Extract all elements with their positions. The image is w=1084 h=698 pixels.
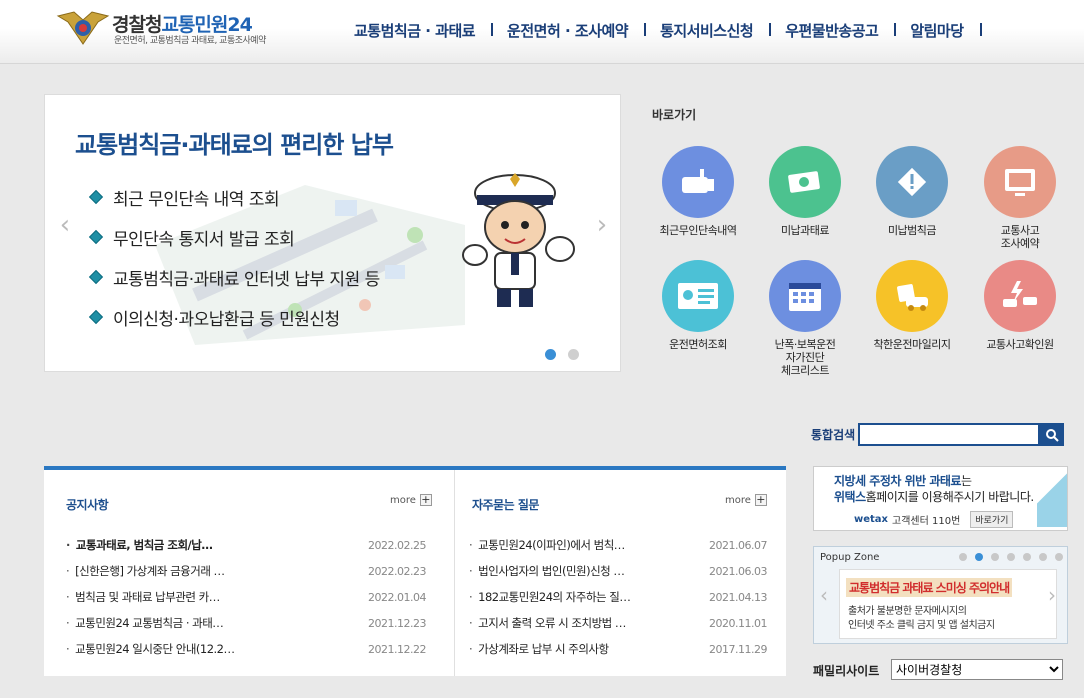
- search-icon: [1046, 428, 1059, 442]
- slider-dot[interactable]: [568, 349, 579, 360]
- boards-panel: 공지사항 more+ 교통과태료, 범칙금 조회/납…2022.02.25 [신…: [44, 466, 786, 676]
- popup-dot[interactable]: [1023, 553, 1031, 561]
- faq-more-button[interactable]: more +: [725, 494, 767, 506]
- faq-board: 자주묻는 질문 more+ 교통민원24(이파인)에서 범칙…2021.06.0…: [454, 470, 825, 676]
- plus-icon: +: [754, 493, 767, 506]
- popup-zone-title: Popup Zone: [820, 552, 880, 563]
- list-item[interactable]: 최근 무인단속 내역 조회: [88, 177, 380, 217]
- nav-item-fines[interactable]: 교통범칙금 · 과태료: [340, 20, 494, 41]
- main-slider: 교통범칙금·과태료의 편리한 납부 최근 무인단속 내역 조회 무인단속 통지서…: [44, 94, 621, 372]
- slider-prev-button[interactable]: ‹: [53, 212, 77, 238]
- warning-icon: [876, 146, 948, 218]
- plus-icon: +: [419, 493, 432, 506]
- main-nav: 교통범칙금 · 과태료 운전면허 · 조사예약 통지서비스신청 우편물반송공고 …: [340, 20, 982, 41]
- table-row[interactable]: 182교통민원24의 자주하는 질…2021.04.13: [469, 584, 767, 610]
- nav-item-return-mail[interactable]: 우편물반송공고: [771, 20, 897, 41]
- crash-icon: [984, 260, 1056, 332]
- diamond-bullet-icon: [88, 309, 104, 325]
- quick-license-check[interactable]: 운전면허조회: [644, 260, 752, 351]
- quick-road-rage-checklist[interactable]: 난폭·보복운전 자가진단 체크리스트: [751, 260, 859, 377]
- table-row[interactable]: 교통민원24(이파인)에서 범칙…2021.06.07: [469, 532, 767, 558]
- list-item[interactable]: 교통범칙금·과태료 인터넷 납부 지원 등: [88, 257, 380, 297]
- nav-item-notice[interactable]: 알림마당: [896, 20, 982, 41]
- popup-dot[interactable]: [1007, 553, 1015, 561]
- table-row[interactable]: 고지서 출력 오류 시 조치방법 …2020.11.01: [469, 610, 767, 636]
- search-input[interactable]: [858, 423, 1040, 446]
- notice-title: 공지사항: [66, 498, 109, 512]
- notice-list: 교통과태료, 범칙금 조회/납…2022.02.25 [신한은행] 가상계좌 금…: [66, 532, 426, 662]
- family-site-label: 패밀리사이트: [813, 664, 880, 678]
- diamond-bullet-icon: [88, 269, 104, 285]
- calendar-icon: [769, 260, 841, 332]
- quick-accident-certificate[interactable]: 교통사고확인원: [966, 260, 1074, 351]
- family-site-select[interactable]: 사이버경찰청: [891, 659, 1063, 680]
- table-row[interactable]: [신한은행] 가상계좌 금융거래 …2022.02.23: [66, 558, 426, 584]
- quick-recent-enforcement[interactable]: 최근무인단속내역: [644, 146, 752, 237]
- notice-board: 공지사항 more+ 교통과태료, 범칙금 조회/납…2022.02.25 [신…: [44, 470, 432, 676]
- faq-title: 자주묻는 질문: [472, 498, 539, 512]
- list-item[interactable]: 이의신청·과오납환급 등 민원신청: [88, 297, 380, 337]
- popup-dot[interactable]: [991, 553, 999, 561]
- smishing-banner[interactable]: 교통범칙금 과태료 스미싱 주의안내 출처가 불분명한 문자메시지의 인터넷 주…: [839, 569, 1057, 639]
- license-icon: [662, 260, 734, 332]
- table-row[interactable]: 범칙금 및 과태료 납부관련 카…2022.01.04: [66, 584, 426, 610]
- popup-dot[interactable]: [1039, 553, 1047, 561]
- notice-more-button[interactable]: more +: [390, 494, 432, 506]
- banner-decoration: [1037, 467, 1067, 527]
- popup-dot[interactable]: [959, 553, 967, 561]
- quick-unpaid-penalty[interactable]: 미납범칙금: [858, 146, 966, 237]
- quick-accident-booking[interactable]: 교통사고 조사예약: [966, 146, 1074, 250]
- monitor-icon: [984, 146, 1056, 218]
- diamond-bullet-icon: [88, 189, 104, 205]
- popup-prev-button[interactable]: ‹: [820, 585, 828, 605]
- faq-list: 교통민원24(이파인)에서 범칙…2021.06.07 법인사업자의 법인(민원…: [469, 532, 767, 662]
- wetax-banner[interactable]: 지방세 주정차 위반 과태료는 위택스홈페이지를 이용해주시기 바랍니다. we…: [813, 466, 1068, 531]
- popup-dot[interactable]: [1055, 553, 1063, 561]
- table-row[interactable]: 교통민원24 일시중단 안내(12.2…2021.12.22: [66, 636, 426, 662]
- police-mascot-icon: [462, 173, 575, 307]
- slider-next-button[interactable]: ›: [590, 212, 614, 238]
- quick-links-title: 바로가기: [652, 108, 697, 122]
- site-logo[interactable]: 경찰청교통민원24 운전면허, 교통범칙금 과태료, 교통조사예약: [54, 8, 294, 48]
- quick-unpaid-fine[interactable]: 미납과태료: [751, 146, 859, 237]
- mileage-icon: [876, 260, 948, 332]
- list-item[interactable]: 무인단속 통지서 발급 조회: [88, 217, 380, 257]
- header: 경찰청교통민원24 운전면허, 교통범칙금 과태료, 교통조사예약 교통범칙금 …: [0, 0, 1084, 64]
- slider-dot[interactable]: [545, 349, 556, 360]
- slider-list: 최근 무인단속 내역 조회 무인단속 통지서 발급 조회 교통범칙금·과태료 인…: [88, 177, 380, 337]
- popup-dot[interactable]: [975, 553, 983, 561]
- popup-zone: Popup Zone ‹ 교통범칙금 과태료 스미싱 주의안내 출처가 불분명한…: [813, 546, 1068, 644]
- wetax-logo: wetax: [854, 514, 888, 525]
- table-row[interactable]: 가상계좌로 납부 시 주의사항2017.11.29: [469, 636, 767, 662]
- popup-pagination: [959, 553, 1063, 561]
- police-emblem-icon: [56, 11, 110, 45]
- slider-headline: 교통범칙금·과태료의 편리한 납부: [75, 131, 394, 159]
- wetax-go-button[interactable]: 바로가기: [970, 511, 1014, 528]
- money-icon: [769, 146, 841, 218]
- slider-pagination: [545, 349, 579, 360]
- diamond-bullet-icon: [88, 229, 104, 245]
- popup-next-button[interactable]: ›: [1048, 585, 1056, 605]
- table-row[interactable]: 교통과태료, 범칙금 조회/납…2022.02.25: [66, 532, 427, 558]
- camera-icon: [662, 146, 734, 218]
- quick-good-driving-mileage[interactable]: 착한운전마일리지: [858, 260, 966, 351]
- search-button[interactable]: [1040, 423, 1064, 446]
- table-row[interactable]: 교통민원24 교통범칙금 · 과태…2021.12.23: [66, 610, 426, 636]
- table-row[interactable]: 법인사업자의 법인(민원)신청 …2021.06.03: [469, 558, 767, 584]
- search-label: 통합검색: [811, 428, 856, 442]
- nav-item-license[interactable]: 운전면허 · 조사예약: [493, 20, 647, 41]
- nav-item-notify[interactable]: 통지서비스신청: [646, 20, 772, 41]
- logo-tagline: 운전면허, 교통범칙금 과태료, 교통조사예약: [114, 36, 266, 46]
